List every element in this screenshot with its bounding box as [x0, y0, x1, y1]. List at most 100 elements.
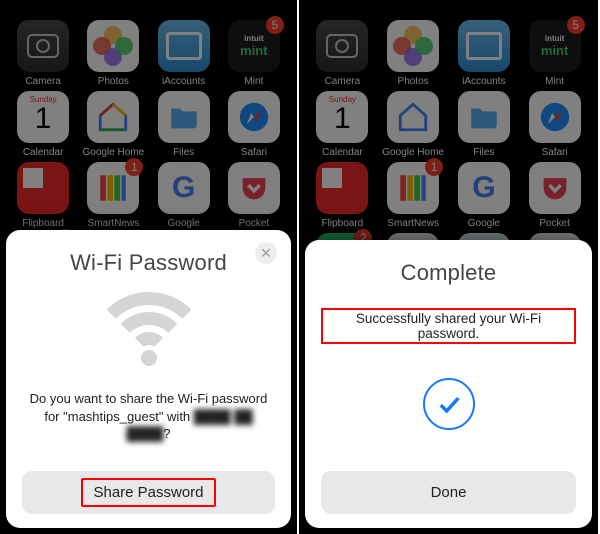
camera-icon: [316, 20, 368, 72]
share-password-button[interactable]: Share Password: [22, 471, 275, 514]
app-label: Flipboard: [22, 218, 64, 229]
app-label: Photos: [398, 76, 429, 87]
flipboard-icon: [316, 162, 368, 214]
calendar-icon: Sunday1: [316, 91, 368, 143]
app-photos[interactable]: Photos: [81, 20, 145, 87]
home-icon: [87, 91, 139, 143]
google-g-glyph: G: [472, 171, 495, 205]
photos-icon: [387, 20, 439, 72]
app-label: Files: [473, 147, 494, 158]
compass-icon: [529, 91, 581, 143]
app-mint[interactable]: 5intuitmintMint: [523, 20, 587, 87]
mint-brand-text: mint: [541, 43, 568, 58]
home-icon: [387, 91, 439, 143]
app-smartnews[interactable]: 1SmartNews: [381, 162, 445, 229]
app-label: Mint: [244, 76, 263, 87]
app-camera[interactable]: Camera: [310, 20, 374, 87]
google-g-glyph: G: [172, 171, 195, 205]
app-files[interactable]: Files: [452, 91, 516, 158]
notification-badge: 5: [266, 16, 284, 34]
app-label: Google Home: [83, 147, 145, 158]
pocket-icon: [228, 162, 280, 214]
app-label: Camera: [325, 76, 361, 87]
app-safari[interactable]: Safari: [222, 91, 286, 158]
app-label: Pocket: [239, 218, 270, 229]
app-label: Calendar: [23, 147, 64, 158]
sheet-title: Wi-Fi Password: [70, 250, 227, 276]
contact-name-redacted: ████ ██: [194, 409, 253, 424]
prompt-suffix: ?: [163, 426, 170, 441]
app-google-home[interactable]: Google Home: [81, 91, 145, 158]
app-row: Sunday 1 Calendar Google Home Files: [8, 91, 289, 158]
google-icon: G: [458, 162, 510, 214]
flipboard-icon: [17, 162, 69, 214]
app-iaccounts[interactable]: iAccounts: [152, 20, 216, 87]
app-safari[interactable]: Safari: [523, 91, 587, 158]
camera-icon: [17, 20, 69, 72]
done-button[interactable]: Done: [321, 471, 576, 514]
app-smartnews[interactable]: 1 SmartNews: [81, 162, 145, 229]
app-label: Calendar: [322, 147, 363, 158]
app-row: Flipboard 1 SmartNews G Google: [8, 162, 289, 229]
app-label: iAccounts: [162, 76, 205, 87]
app-label: Mint: [545, 76, 564, 87]
prompt-mid: " with: [159, 409, 194, 424]
app-pocket[interactable]: Pocket: [523, 162, 587, 229]
app-calendar[interactable]: Sunday 1 Calendar: [11, 91, 75, 158]
checkmark-icon: [423, 378, 475, 430]
app-row: Camera Photos iAccounts 5intuitmintMint: [307, 20, 590, 87]
app-iaccounts[interactable]: iAccounts: [452, 20, 516, 87]
google-icon: G: [158, 162, 210, 214]
app-label: SmartNews: [88, 218, 140, 229]
calendar-day: 1: [316, 104, 368, 134]
app-google[interactable]: G Google: [152, 162, 216, 229]
app-photos[interactable]: Photos: [381, 20, 445, 87]
phone-screen-share-prompt: Camera Photos iAccounts 5: [0, 0, 299, 534]
calendar-day: 1: [17, 104, 69, 134]
app-flipboard[interactable]: Flipboard: [11, 162, 75, 229]
app-label: SmartNews: [387, 218, 439, 229]
close-button[interactable]: ✕: [255, 242, 277, 264]
wifi-icon: [89, 292, 209, 372]
notification-badge: 1: [425, 158, 443, 176]
app-label: Google: [168, 218, 200, 229]
mint-intuit-text: intuit: [240, 34, 267, 43]
folder-icon: [158, 91, 210, 143]
success-message-text: Successfully shared your Wi-Fi password.: [321, 308, 576, 344]
app-row: Flipboard 1SmartNews G Google Pocket: [307, 162, 590, 229]
app-google[interactable]: G Google: [452, 162, 516, 229]
app-label: Pocket: [539, 218, 570, 229]
vault-icon: [158, 20, 210, 72]
notification-badge: 5: [567, 16, 585, 34]
app-mint[interactable]: 5 intuit mint Mint: [222, 20, 286, 87]
side-by-side-screens: Camera Photos iAccounts 5: [0, 0, 600, 534]
app-label: iAccounts: [462, 76, 505, 87]
contact-name-redacted: ████: [126, 426, 163, 441]
vault-icon: [458, 20, 510, 72]
app-label: Google Home: [382, 147, 444, 158]
photos-icon: [87, 20, 139, 72]
app-row: Camera Photos iAccounts 5: [8, 20, 289, 87]
app-label: Flipboard: [322, 218, 364, 229]
pocket-icon: [529, 162, 581, 214]
app-label: Camera: [25, 76, 61, 87]
app-pocket[interactable]: Pocket: [222, 162, 286, 229]
mint-brand-text: mint: [240, 43, 267, 58]
phone-screen-complete: Camera Photos iAccounts 5intuitmintMint …: [299, 0, 598, 534]
app-flipboard[interactable]: Flipboard: [310, 162, 374, 229]
app-label: Safari: [542, 147, 568, 158]
app-camera[interactable]: Camera: [11, 20, 75, 87]
app-row: Sunday1 Calendar Google Home Files Safari: [307, 91, 590, 158]
sheet-title: Complete: [401, 260, 497, 286]
app-files[interactable]: Files: [152, 91, 216, 158]
app-google-home[interactable]: Google Home: [381, 91, 445, 158]
app-calendar[interactable]: Sunday1 Calendar: [310, 91, 374, 158]
calendar-icon: Sunday 1: [17, 91, 69, 143]
app-label: Google: [468, 218, 500, 229]
notification-badge: 1: [125, 158, 143, 176]
app-label: Files: [173, 147, 194, 158]
wifi-complete-sheet: Complete Successfully shared your Wi-Fi …: [305, 240, 592, 528]
success-message: Successfully shared your Wi-Fi password.: [321, 308, 576, 344]
app-label: Photos: [98, 76, 129, 87]
mint-intuit-text: intuit: [541, 34, 568, 43]
